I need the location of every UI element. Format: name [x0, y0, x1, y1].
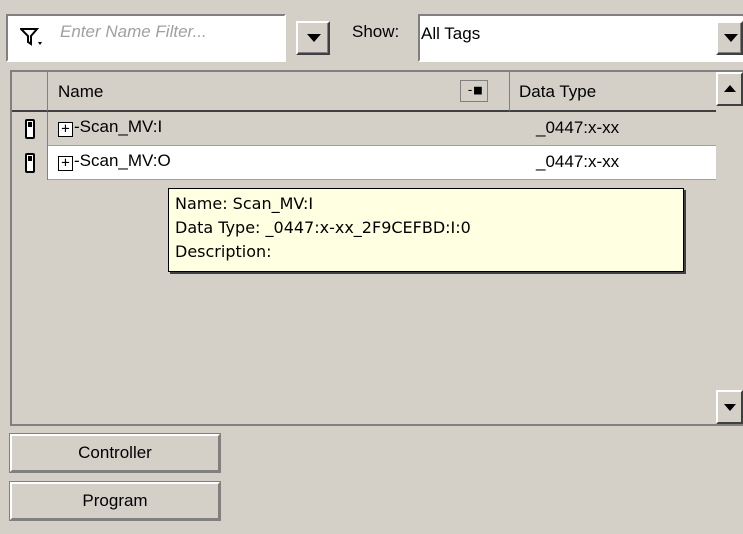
tag-tooltip: Name: Scan_MV:I Data Type: _0447:x-xx_2F…	[168, 188, 684, 272]
funnel-filter-icon[interactable]	[20, 27, 46, 47]
tag-icon	[25, 119, 35, 139]
column-header-name-label: Name	[58, 82, 104, 101]
chevron-down-icon	[724, 34, 738, 42]
name-filter-input[interactable]: Enter Name Filter...	[60, 22, 207, 42]
tag-icon	[25, 153, 35, 173]
tooltip-name-line: Name: Scan_MV:I	[175, 194, 314, 213]
column-options-button[interactable]: -■	[460, 80, 488, 102]
scroll-up-button[interactable]	[716, 72, 743, 106]
tooltip-description-line: Description:	[175, 242, 272, 261]
tooltip-data-type-line: Data Type: _0447:x-xx_2F9CEFBD:I:0	[175, 218, 471, 237]
data-type-cell: _0447:x-xx	[536, 152, 620, 171]
column-header-name[interactable]	[48, 72, 510, 112]
tag-name-cell: -Scan_MV:O	[74, 151, 171, 170]
tag-name-cell: -Scan_MV:I	[74, 117, 163, 136]
vertical-scrollbar[interactable]	[716, 72, 743, 424]
scroll-down-button[interactable]	[716, 390, 743, 424]
expand-plus-icon[interactable]: +	[58, 156, 73, 171]
program-scope-button[interactable]: Program	[9, 481, 221, 521]
chevron-down-icon	[307, 34, 321, 42]
arrow-up-icon	[724, 85, 736, 92]
controller-scope-button[interactable]: Controller	[9, 433, 221, 473]
arrow-down-icon	[724, 404, 736, 411]
row-header-corner	[12, 72, 48, 112]
data-type-cell: _0447:x-xx	[536, 118, 620, 137]
expand-plus-icon[interactable]: +	[58, 122, 73, 137]
filter-dropdown-button[interactable]	[296, 21, 330, 55]
column-header-data-type-label: Data Type	[519, 82, 597, 101]
show-select-value[interactable]: All Tags	[421, 24, 480, 44]
show-label: Show:	[352, 22, 400, 41]
row-header-strip	[12, 181, 48, 424]
show-dropdown-button[interactable]	[716, 21, 743, 55]
